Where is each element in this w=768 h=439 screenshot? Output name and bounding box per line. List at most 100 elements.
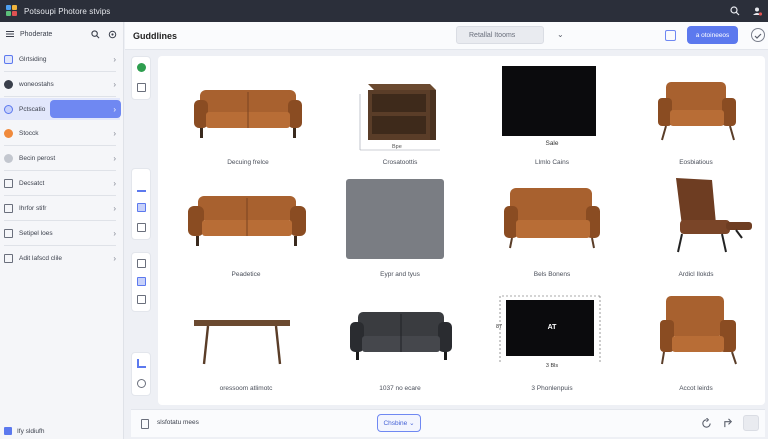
card-caption: Accot leirds	[679, 385, 713, 392]
book-icon	[4, 203, 13, 213]
grid-card[interactable]: Ardicl Ilokds	[626, 176, 766, 288]
grid-card[interactable]: oressoom atlimotc	[176, 290, 316, 402]
sidebar-item-decsatct[interactable]: Decsatct ›	[0, 172, 120, 194]
settings-icon[interactable]	[108, 30, 117, 39]
grid-card[interactable]: Bels Bonens	[482, 176, 622, 288]
app-logo-icon	[6, 5, 18, 17]
search-input[interactable]: Retallal Itooms	[456, 26, 544, 44]
sidebar-header: Phoderate	[0, 22, 123, 46]
refresh-icon[interactable]	[701, 418, 712, 429]
grid-card[interactable]: Peadetice	[176, 176, 316, 288]
square-icon[interactable]	[665, 30, 676, 41]
search-icon[interactable]	[730, 6, 740, 16]
chevron-right-icon: ›	[113, 54, 116, 64]
menu-icon[interactable]	[6, 30, 14, 38]
green-status-icon[interactable]	[137, 63, 146, 72]
list-icon	[4, 228, 13, 238]
check-circle-icon[interactable]	[751, 28, 765, 42]
document-icon	[141, 419, 149, 429]
chevron-right-icon: ›	[113, 178, 116, 188]
grid-card[interactable]: 1037 no ecare	[330, 290, 470, 402]
crop-icon[interactable]	[137, 259, 146, 268]
card-caption: 3 Phonlenpuis	[531, 385, 573, 392]
dimension-label: 87	[496, 324, 503, 330]
black-sofa-image	[350, 312, 452, 360]
primary-button[interactable]: a otoineeos	[687, 26, 738, 44]
sidebar-item-pctscatio[interactable]: Pctscatio ›	[0, 98, 121, 120]
grid-card[interactable]: AT 87 3 Bls 3 Phonlenpuis	[482, 290, 622, 402]
black-panel-image	[502, 66, 596, 136]
sidebar: Phoderate Glrtsiding › woneostahs › Pctsca…	[0, 22, 124, 439]
layers-icon	[4, 54, 13, 64]
share-icon[interactable]	[723, 418, 734, 429]
sidebar-search-icon[interactable]	[91, 29, 100, 39]
user-icon[interactable]	[752, 6, 762, 16]
palette-icon	[4, 104, 13, 114]
sidebar-item-adit-lafscd-clile[interactable]: Adit lafscd clile ›	[0, 247, 120, 269]
tool-rail-top	[131, 56, 151, 100]
sidebar-item-woneostahs[interactable]: woneostahs ›	[0, 73, 120, 95]
export-button[interactable]	[743, 415, 759, 431]
bottom-bar: slsfotatu mees Chsbine ⌄	[131, 409, 765, 437]
grid-card[interactable]: Accot leirds	[626, 290, 766, 402]
card-caption: Ardicl Ilokds	[678, 271, 714, 278]
orange-dot-icon	[4, 128, 13, 138]
gallery-grid: Decuing frelce Bpe Crosatoottis Sale Llm…	[158, 56, 765, 405]
gray-panel-image	[346, 179, 444, 259]
sidebar-item-setipel-loes[interactable]: Setipel loes ›	[0, 222, 120, 244]
sidebar-footer[interactable]: Ify sldiufh	[4, 427, 44, 435]
layout-icon[interactable]	[137, 277, 146, 286]
history-icon[interactable]	[137, 379, 146, 388]
image-icon[interactable]	[137, 223, 146, 232]
loveseat-image	[504, 188, 600, 249]
sidebar-title: Phoderate	[20, 30, 53, 38]
active-item-highlight	[50, 100, 121, 118]
grid-card[interactable]: Bpe Crosatoottis	[330, 64, 470, 176]
dimension-label: Bpe	[392, 144, 402, 150]
card-caption: Llmlo Cains	[535, 159, 569, 166]
recliner-image	[676, 178, 752, 253]
armchair-image	[660, 296, 737, 365]
tool-rail-lower	[131, 252, 151, 312]
card-caption: 1037 no ecare	[379, 385, 421, 392]
chevron-right-icon: ›	[113, 79, 116, 89]
sidebar-item-stocck[interactable]: Stocck ›	[0, 122, 120, 144]
grid-card[interactable]: Sale Llmlo Cains	[482, 64, 622, 176]
status-label: slsfotatu mees	[157, 419, 199, 426]
grid-card[interactable]: Decuing frelce	[178, 64, 318, 176]
chevron-right-icon: ›	[113, 104, 116, 114]
card-caption: Decuing frelce	[227, 159, 269, 166]
box-icon	[4, 178, 13, 188]
card-caption: Bels Bonens	[533, 271, 571, 278]
grid-icon[interactable]	[137, 203, 146, 212]
chevron-down-icon[interactable]: ⌄	[557, 30, 564, 39]
chevron-right-icon: ›	[113, 253, 116, 263]
card-caption: Eosbiatious	[679, 159, 713, 166]
grid-card[interactable]: Eosbiatious	[626, 64, 766, 176]
anchor-icon[interactable]	[137, 183, 146, 192]
sidebar-item-glrtsiding[interactable]: Glrtsiding ›	[0, 48, 120, 70]
tool-rail-mid	[131, 168, 151, 240]
sofa-image	[194, 90, 302, 138]
circle-dark-icon	[4, 79, 13, 89]
chevron-right-icon: ›	[113, 228, 116, 238]
page-title: Guddlines	[133, 30, 178, 41]
card-caption: Peadetice	[231, 271, 261, 278]
chevron-right-icon: ›	[113, 203, 116, 213]
armchair-image	[658, 82, 736, 141]
grid-card[interactable]: Eypr and tyus	[330, 176, 470, 288]
panel-label: AT	[547, 324, 557, 331]
window-title: Potsoupi Photore stvips	[24, 6, 111, 16]
sidebar-item-becin-perost[interactable]: Becin perost ›	[0, 147, 120, 169]
sidebar-item-ihrfor-stifr[interactable]: Ihrfor stifr ›	[0, 197, 120, 219]
title-bar: Potsoupi Photore stvips	[0, 0, 768, 22]
chevron-right-icon: ›	[113, 128, 116, 138]
card-caption: oressoom atlimotc	[219, 385, 273, 392]
pin-icon[interactable]	[137, 359, 146, 368]
dimension-label: 3 Bls	[545, 363, 559, 369]
sofa-image	[188, 196, 306, 246]
checkbox-icon[interactable]	[137, 295, 146, 304]
frame-icon[interactable]	[137, 83, 146, 92]
top-bar: Guddlines Retallal Itooms ⌄ a otoineeos	[125, 22, 768, 50]
combine-dropdown[interactable]: Chsbine ⌄	[377, 414, 421, 432]
